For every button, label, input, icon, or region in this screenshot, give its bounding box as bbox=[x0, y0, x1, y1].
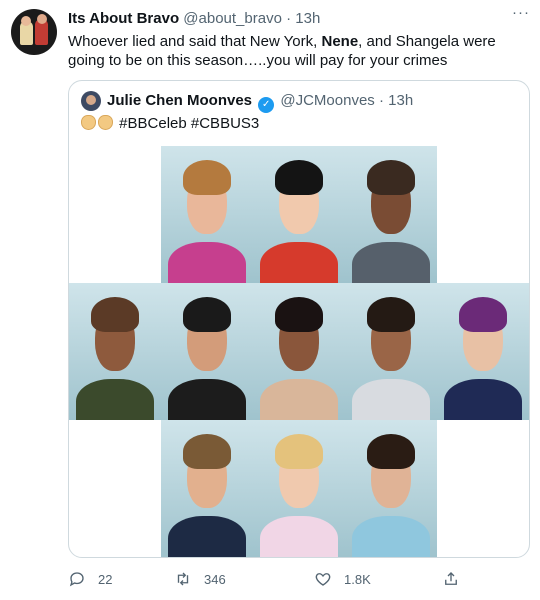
cast-photo-hair bbox=[183, 433, 231, 470]
cast-photo-hair bbox=[367, 296, 415, 333]
reply-count: 22 bbox=[98, 571, 113, 587]
like-count: 1.8K bbox=[344, 571, 371, 587]
cast-photo-clothing bbox=[168, 378, 246, 420]
clapping-hands-icon bbox=[81, 115, 96, 130]
cast-photo[interactable] bbox=[345, 283, 437, 420]
cast-photo-hair bbox=[367, 159, 415, 196]
quoted-hashtags[interactable]: #BBCeleb #CBBUS3 bbox=[119, 115, 259, 132]
cast-photo[interactable] bbox=[161, 146, 253, 283]
quoted-tweet-card[interactable]: Julie Chen Moonves ✓ @JCMoonves · 13h #B… bbox=[68, 80, 530, 558]
cast-photo-grid[interactable] bbox=[69, 146, 529, 557]
quoted-tweet-header: Julie Chen Moonves ✓ @JCMoonves · 13h bbox=[107, 92, 413, 113]
author-handle[interactable]: @about_bravo bbox=[183, 10, 282, 27]
cast-photo-hair bbox=[275, 296, 323, 333]
cast-photo[interactable] bbox=[253, 420, 345, 557]
quoted-separator-dot: · bbox=[378, 92, 384, 109]
cast-photo[interactable] bbox=[345, 146, 437, 283]
cast-photo-hair bbox=[275, 159, 323, 196]
cast-photo-hair bbox=[275, 433, 323, 470]
cast-photo[interactable] bbox=[69, 283, 161, 420]
cast-photo[interactable] bbox=[345, 420, 437, 557]
cast-photo-clothing bbox=[352, 241, 430, 283]
cast-photo-clothing bbox=[260, 515, 338, 557]
cast-photo[interactable] bbox=[161, 420, 253, 557]
verified-badge-icon: ✓ bbox=[258, 97, 275, 113]
cast-photo-clothing bbox=[352, 378, 430, 420]
heart-icon bbox=[315, 573, 331, 586]
cast-photo-clothing bbox=[76, 378, 154, 420]
share-action[interactable] bbox=[442, 568, 472, 590]
cast-photo-clothing bbox=[260, 378, 338, 420]
author-display-name[interactable]: Its About Bravo bbox=[68, 10, 179, 27]
tweet-timestamp[interactable]: 13h bbox=[295, 10, 320, 27]
quoted-author-handle[interactable]: @JCMoonves bbox=[280, 92, 374, 109]
quoted-timestamp[interactable]: 13h bbox=[388, 92, 413, 109]
retweet-icon bbox=[177, 572, 189, 586]
tweet-actions: 22 346 1.8K bbox=[68, 568, 530, 590]
avatar-face-left bbox=[21, 16, 31, 26]
cast-photo[interactable] bbox=[161, 283, 253, 420]
avatar-face-right bbox=[37, 14, 47, 24]
clapping-hands-icon bbox=[98, 115, 113, 130]
tweet-header: Its About Bravo @about_bravo · 13h bbox=[68, 9, 526, 29]
reply-action[interactable]: 22 bbox=[68, 568, 112, 590]
cast-photo-hair bbox=[183, 296, 231, 333]
cast-photo-clothing bbox=[352, 515, 430, 557]
retweet-count: 346 bbox=[204, 571, 226, 587]
cast-photo-hair bbox=[367, 433, 415, 470]
cast-photo-hair bbox=[183, 159, 231, 196]
tweet-text-bold: Nene bbox=[321, 33, 359, 50]
cast-photo[interactable] bbox=[253, 146, 345, 283]
more-options-icon[interactable]: ··· bbox=[512, 5, 530, 20]
profile-avatar[interactable] bbox=[11, 9, 57, 55]
cast-photo[interactable] bbox=[437, 283, 529, 420]
quoted-author-avatar[interactable] bbox=[81, 91, 101, 111]
cast-photo-clothing bbox=[168, 515, 246, 557]
cast-photo-clothing bbox=[444, 378, 522, 420]
retweet-action[interactable]: 346 bbox=[174, 568, 226, 590]
reply-icon bbox=[69, 572, 84, 587]
cast-photo-hair bbox=[91, 296, 139, 333]
separator-dot: · bbox=[286, 10, 292, 27]
share-icon bbox=[445, 572, 457, 585]
tweet-text-part1: Whoever lied and said that New York, bbox=[68, 33, 322, 50]
cast-photo[interactable] bbox=[253, 283, 345, 420]
quoted-author-name[interactable]: Julie Chen Moonves bbox=[107, 92, 252, 109]
cast-photo-clothing bbox=[260, 241, 338, 283]
quoted-tweet-text: #BBCeleb #CBBUS3 bbox=[81, 114, 259, 133]
cast-photo-clothing bbox=[168, 241, 246, 283]
like-action[interactable]: 1.8K bbox=[314, 568, 371, 590]
cast-photo-hair bbox=[459, 296, 507, 333]
tweet-text: Whoever lied and said that New York, Nen… bbox=[68, 32, 530, 70]
